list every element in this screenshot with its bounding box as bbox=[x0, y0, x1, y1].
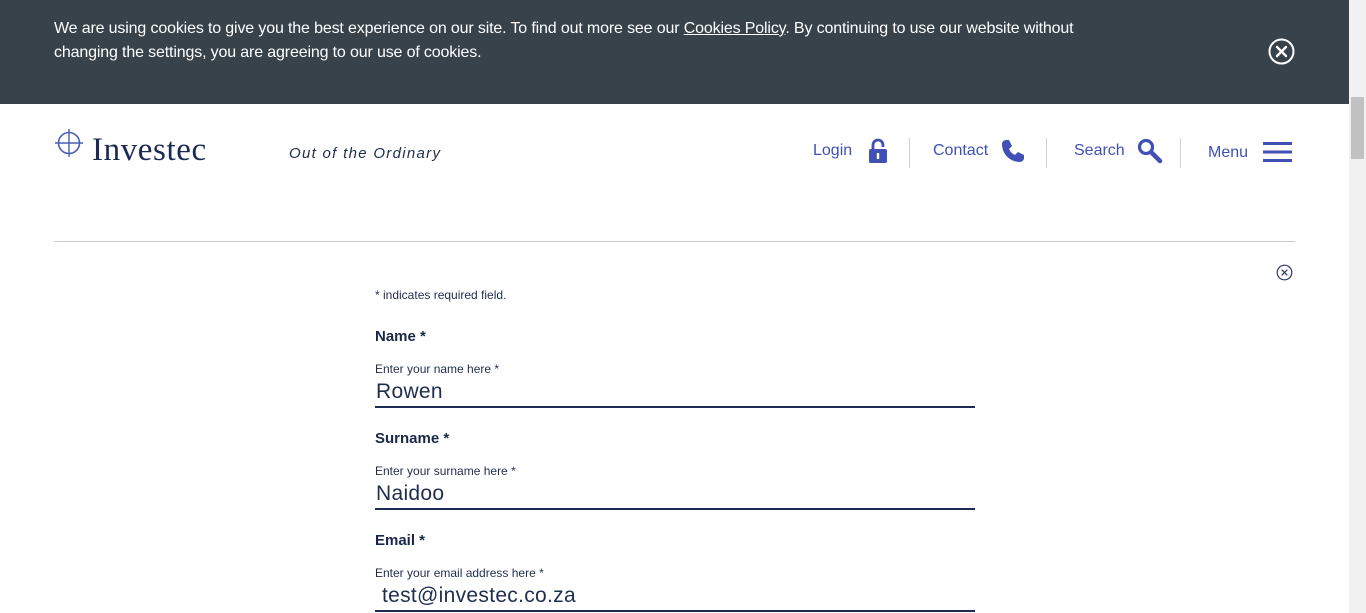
email-label: Enter your email address here * bbox=[375, 566, 544, 580]
logo-mark-icon bbox=[55, 129, 83, 157]
scrollbar-track[interactable] bbox=[1349, 0, 1366, 613]
search-label: Search bbox=[1074, 142, 1125, 159]
nav-divider bbox=[1180, 138, 1181, 168]
surname-input[interactable] bbox=[375, 480, 975, 510]
page: We are using cookies to give you the bes… bbox=[0, 0, 1366, 613]
surname-label: Enter your surname here * bbox=[375, 464, 516, 478]
cookie-banner: We are using cookies to give you the bes… bbox=[0, 0, 1349, 104]
search-icon bbox=[1137, 138, 1162, 164]
brand-name: Investec bbox=[92, 132, 207, 168]
cookies-policy-link[interactable]: Cookies Policy bbox=[684, 20, 786, 37]
phone-icon bbox=[1002, 140, 1025, 162]
form-close-icon[interactable] bbox=[1276, 264, 1293, 281]
contact-label: Contact bbox=[933, 142, 989, 159]
surname-heading: Surname * bbox=[375, 430, 450, 447]
name-label: Enter your name here * bbox=[375, 362, 500, 376]
required-field-note: * indicates required field. bbox=[375, 288, 507, 302]
nav-divider bbox=[909, 138, 910, 168]
lock-icon bbox=[869, 138, 888, 163]
cookie-text-before: We are using cookies to give you the bes… bbox=[54, 20, 684, 37]
contact-link[interactable]: Contact bbox=[933, 134, 1027, 168]
menu-label: Menu bbox=[1208, 144, 1249, 161]
login-link[interactable]: Login bbox=[813, 134, 889, 168]
investec-logo[interactable]: Investec bbox=[54, 128, 249, 170]
tagline: Out of the Ordinary bbox=[289, 145, 442, 162]
nav-divider bbox=[1046, 138, 1047, 168]
hamburger-icon bbox=[1263, 142, 1293, 162]
login-label: Login bbox=[813, 142, 853, 159]
header-divider bbox=[54, 241, 1295, 242]
cookie-message: We are using cookies to give you the bes… bbox=[54, 17, 1134, 65]
cookie-close-icon[interactable] bbox=[1268, 38, 1295, 65]
name-heading: Name * bbox=[375, 328, 426, 345]
name-input[interactable] bbox=[375, 378, 975, 408]
email-input[interactable] bbox=[375, 582, 975, 612]
scrollbar-thumb[interactable] bbox=[1351, 97, 1364, 159]
search-link[interactable]: Search bbox=[1074, 134, 1164, 168]
menu-button[interactable]: Menu bbox=[1208, 135, 1293, 169]
email-heading: Email * bbox=[375, 532, 426, 549]
